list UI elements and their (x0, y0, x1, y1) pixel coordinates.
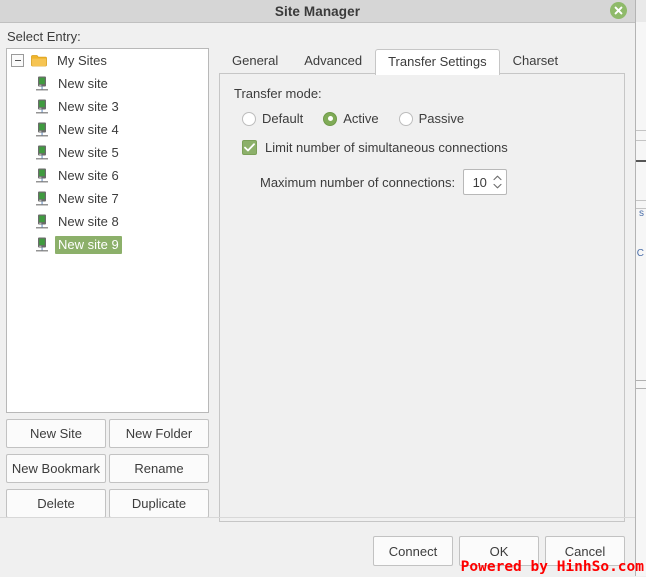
tree-row-site[interactable]: New site 7 (7, 187, 208, 210)
transfer-mode-radio-group: Default Active Passive (242, 111, 610, 126)
new-bookmark-button[interactable]: New Bookmark (6, 454, 106, 483)
transfer-settings-page: Transfer mode: Default Active Passive (219, 73, 625, 522)
radio-active[interactable] (323, 112, 337, 126)
background-text-fragment: C (637, 248, 644, 259)
collapse-expander-icon[interactable] (11, 54, 24, 67)
settings-notebook: General Advanced Transfer Settings Chars… (219, 48, 625, 523)
folder-icon (31, 54, 47, 67)
dialog-body: Select Entry: My Sites New site New site … (0, 23, 635, 518)
server-icon (35, 76, 49, 92)
duplicate-button[interactable]: Duplicate (109, 489, 209, 518)
tree-row-site[interactable]: New site 6 (7, 164, 208, 187)
transfer-mode-label: Transfer mode: (234, 86, 610, 101)
tab-transfer-settings[interactable]: Transfer Settings (375, 49, 500, 75)
watermark: Powered by HinhSo.com (461, 559, 644, 575)
tab-strip: General Advanced Transfer Settings Chars… (219, 48, 625, 74)
radio-default[interactable] (242, 112, 256, 126)
rename-button[interactable]: Rename (109, 454, 209, 483)
server-icon (35, 214, 49, 230)
tree-label-site: New site 6 (55, 167, 122, 185)
check-icon (244, 143, 255, 152)
connect-button[interactable]: Connect (373, 536, 453, 566)
entry-action-buttons: New Site New Folder New Bookmark Rename … (6, 419, 209, 518)
max-connections-stepper[interactable]: 10 (463, 169, 507, 195)
tree-row-site[interactable]: New site 4 (7, 118, 208, 141)
title-bar: Site Manager (0, 0, 635, 23)
close-icon[interactable] (610, 2, 627, 19)
limit-connections-label[interactable]: Limit number of simultaneous connections (265, 140, 508, 155)
radio-passive[interactable] (399, 112, 413, 126)
tree-children-container: New site New site 3 New site 4 New site 5 Ne… (7, 72, 208, 256)
stepper-arrows (491, 175, 506, 189)
window-title: Site Manager (275, 4, 360, 19)
new-site-button[interactable]: New Site (6, 419, 106, 448)
tree-row-site[interactable]: New site 3 (7, 95, 208, 118)
site-manager-dialog: Site Manager Select Entry: My Sites (0, 0, 636, 576)
delete-button[interactable]: Delete (6, 489, 106, 518)
radio-passive-label[interactable]: Passive (419, 111, 465, 126)
tab-general[interactable]: General (219, 48, 291, 74)
stepper-up-icon[interactable] (493, 175, 502, 181)
limit-connections-checkbox[interactable] (242, 140, 257, 155)
site-tree[interactable]: My Sites New siteNew site 3New site 4New… (6, 48, 209, 413)
background-text-fragment: s (639, 208, 644, 219)
tree-row-site[interactable]: New site 9 (7, 233, 208, 256)
tree-row-site[interactable]: New site 8 (7, 210, 208, 233)
server-icon (35, 191, 49, 207)
limit-connections-row: Limit number of simultaneous connections (242, 140, 610, 155)
tree-label-site: New site 4 (55, 121, 122, 139)
select-entry-label: Select Entry: (6, 27, 209, 48)
tree-label-my-sites: My Sites (54, 52, 110, 70)
radio-active-label[interactable]: Active (343, 111, 378, 126)
tree-label-site: New site 9 (55, 236, 122, 254)
tree-label-site: New site 8 (55, 213, 122, 231)
server-icon (35, 168, 49, 184)
stepper-down-icon[interactable] (493, 183, 502, 189)
tree-row-site[interactable]: New site (7, 72, 208, 95)
tab-charset[interactable]: Charset (500, 48, 572, 74)
entry-selection-panel: Select Entry: My Sites New site New site … (6, 27, 209, 518)
server-icon (35, 237, 49, 253)
tree-label-site: New site 7 (55, 190, 122, 208)
tree-label-site: New site (55, 75, 111, 93)
max-connections-label: Maximum number of connections: (260, 175, 455, 190)
server-icon (35, 122, 49, 138)
server-icon (35, 145, 49, 161)
tree-label-site: New site 5 (55, 144, 122, 162)
tree-label-site: New site 3 (55, 98, 122, 116)
max-connections-value[interactable]: 10 (464, 175, 491, 190)
tree-row-site[interactable]: New site 5 (7, 141, 208, 164)
radio-default-label[interactable]: Default (262, 111, 303, 126)
max-connections-row: Maximum number of connections: 10 (260, 169, 610, 195)
tree-row-my-sites[interactable]: My Sites (7, 49, 208, 72)
new-folder-button[interactable]: New Folder (109, 419, 209, 448)
server-icon (35, 99, 49, 115)
tab-advanced[interactable]: Advanced (291, 48, 375, 74)
